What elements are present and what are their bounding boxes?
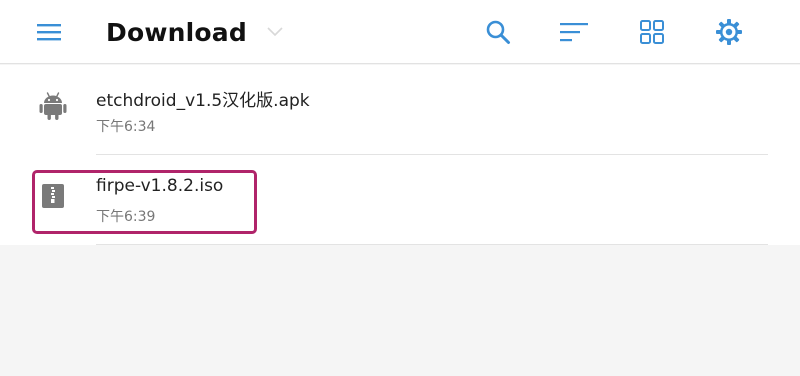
settings-button[interactable] <box>709 12 749 52</box>
page-title: Download <box>106 17 247 47</box>
toolbar: Download <box>0 0 800 64</box>
file-time: 下午6:39 <box>96 209 156 225</box>
hamburger-menu-icon <box>37 24 61 41</box>
android-icon <box>38 91 68 121</box>
grid-view-icon <box>640 20 664 44</box>
archive-zip-icon <box>38 181 68 211</box>
chevron-down-icon <box>267 27 283 37</box>
search-icon <box>486 20 510 44</box>
list-item[interactable]: etchdroid_v1.5汉化版.apk 下午6:34 <box>0 65 800 155</box>
list-item[interactable]: firpe-v1.8.2.iso 下午6:39 <box>0 155 800 245</box>
file-list: etchdroid_v1.5汉化版.apk 下午6:34 firpe-v1.8.… <box>0 65 800 245</box>
sort-icon <box>560 23 588 42</box>
folder-title-dropdown[interactable]: Download <box>106 14 283 50</box>
sort-button[interactable] <box>554 12 594 52</box>
file-manager-app: Download etchdroid_v1.5汉化版.apk 下午6:34 fi… <box>0 0 800 376</box>
file-name: firpe-v1.8.2.iso <box>96 176 224 196</box>
empty-area <box>0 245 800 376</box>
grid-view-button[interactable] <box>632 12 672 52</box>
file-name: etchdroid_v1.5汉化版.apk <box>96 91 310 111</box>
gear-icon <box>716 19 742 45</box>
menu-button[interactable] <box>29 12 69 52</box>
file-time: 下午6:34 <box>96 119 156 135</box>
search-button[interactable] <box>478 12 518 52</box>
